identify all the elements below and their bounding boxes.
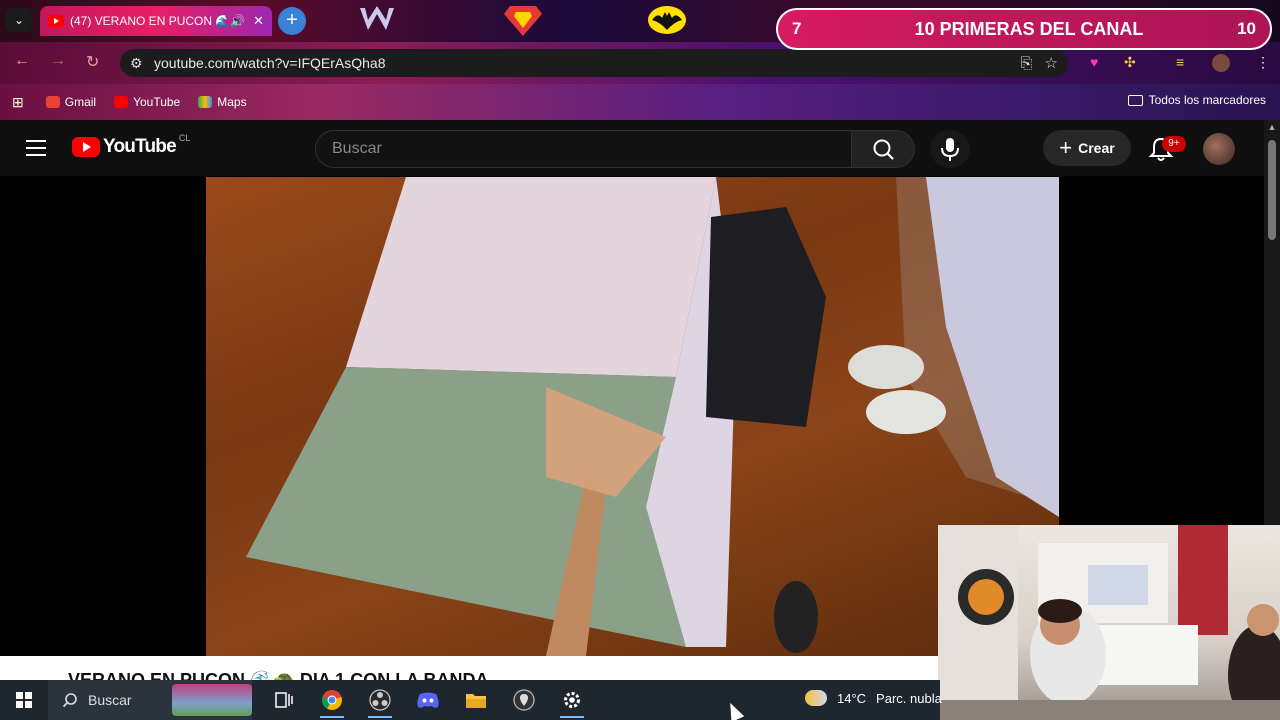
bookmark-star-icon[interactable]: ☆ — [1045, 54, 1058, 72]
superman-theme-icon — [504, 6, 542, 36]
youtube-header: YouTube CL Buscar + Crear — [0, 120, 1264, 176]
banner-right-number: 10 — [1237, 19, 1256, 38]
overlay-banner: 7 10 PRIMERAS DEL CANAL 10 — [776, 8, 1272, 50]
scrollbar-thumb[interactable] — [1268, 140, 1276, 240]
taskbar-weather[interactable]: 14°C Parc. nubla — [805, 690, 942, 706]
back-icon[interactable]: ← — [14, 52, 30, 70]
voice-search-button[interactable] — [930, 130, 970, 168]
all-bookmarks-button[interactable]: Todos los marcadores — [1127, 93, 1266, 107]
microphone-icon — [941, 138, 959, 161]
bookmark-maps[interactable]: Maps — [198, 95, 247, 109]
chrome-icon — [321, 690, 342, 710]
browser-menu-icon[interactable]: ⋮ — [1256, 54, 1270, 71]
youtube-play-logo-icon — [72, 137, 100, 157]
maps-icon — [198, 96, 213, 108]
taskbar-file-explorer[interactable] — [452, 680, 500, 720]
plus-icon: + — [1059, 135, 1073, 160]
country-code: CL — [178, 133, 191, 143]
reload-icon[interactable]: ↻ — [86, 52, 99, 72]
extensions-puzzle-icon[interactable]: ✣ — [1124, 54, 1136, 71]
gear-icon — [564, 692, 580, 708]
location-pin-icon — [513, 689, 535, 711]
apps-grid-icon[interactable]: ⊞ — [12, 94, 24, 111]
reading-list-icon[interactable]: ≡ — [1176, 54, 1184, 70]
bookmark-label: Gmail — [64, 95, 97, 109]
partly-cloudy-icon — [805, 690, 827, 706]
search-icon — [873, 139, 894, 160]
search-input[interactable]: Buscar — [315, 130, 852, 168]
windows-taskbar: Buscar — [0, 680, 940, 720]
banner-title: 10 PRIMERAS DEL CANAL — [914, 18, 1144, 39]
youtube-logo-text: YouTube — [103, 136, 177, 157]
batman-theme-icon — [648, 6, 686, 34]
task-view-icon — [275, 692, 293, 708]
webcam-image — [938, 525, 1280, 720]
folder-icon — [466, 694, 486, 708]
video-frame[interactable] — [206, 177, 1059, 656]
search-icon — [62, 693, 77, 708]
bookmark-gmail[interactable]: Gmail — [45, 95, 97, 109]
youtube-favicon-icon — [48, 15, 64, 27]
taskbar-settings[interactable] — [548, 680, 596, 720]
url-text: youtube.com/watch?v=IFQErAsQha8 — [154, 55, 386, 71]
tab-active[interactable]: (47) VERANO EN PUCON 🌊🔊 ✕ — [40, 6, 272, 36]
create-label: Crear — [1078, 140, 1115, 156]
all-bookmarks-label: Todos los marcadores — [1148, 93, 1266, 107]
bookmark-youtube[interactable]: YouTube — [114, 95, 180, 109]
youtube-icon — [114, 96, 129, 108]
obs-icon — [369, 689, 391, 711]
windows-logo-icon — [16, 692, 32, 708]
taskbar-obs[interactable] — [356, 680, 404, 720]
tab-close-icon[interactable]: ✕ — [253, 13, 264, 29]
tab-search-button[interactable]: ⌄ — [6, 8, 32, 32]
gmail-icon — [45, 96, 60, 108]
scroll-up-arrow-icon[interactable]: ▲ — [1267, 122, 1277, 132]
task-view-button[interactable] — [260, 680, 308, 720]
discord-icon — [417, 692, 439, 708]
screen: ⌄ (47) VERANO EN PUCON 🌊🔊 ✕ + — ❐ ✕ ← → … — [0, 0, 1280, 720]
bookmark-label: Maps — [217, 95, 247, 109]
webcam-overlay — [938, 525, 1280, 720]
notifications-badge: 9+ — [1162, 136, 1186, 152]
install-app-icon[interactable]: ⎘ — [1021, 55, 1033, 72]
forward-icon[interactable]: → — [50, 52, 66, 70]
taskbar-discord[interactable] — [404, 680, 452, 720]
address-bar[interactable]: ⚙ youtube.com/watch?v=IFQErAsQha8 ⎘ ☆ — [120, 49, 1068, 77]
hamburger-menu-icon[interactable] — [26, 140, 46, 156]
site-info-icon[interactable]: ⚙ — [130, 55, 154, 72]
weather-description: Parc. nubla — [876, 690, 942, 706]
extension-heart-icon[interactable]: ♥ — [1090, 54, 1098, 70]
bookmarks-bar: ⊞ Gmail YouTube Maps Todos los marcadore… — [0, 84, 1280, 120]
create-button[interactable]: + Crear — [1043, 130, 1131, 166]
start-button[interactable] — [0, 680, 48, 720]
taskbar-chrome[interactable] — [308, 680, 356, 720]
weather-temperature: 14°C — [837, 690, 867, 706]
tab-title: (47) VERANO EN PUCON 🌊🔊 — [70, 14, 246, 28]
search-highlight-image — [172, 684, 252, 716]
wonder-woman-theme-icon — [360, 6, 394, 30]
new-tab-button[interactable]: + — [278, 7, 306, 35]
search-button[interactable] — [851, 130, 915, 168]
profile-avatar-icon[interactable] — [1212, 54, 1230, 72]
taskbar-search-label: Buscar — [88, 692, 132, 708]
video-content-image — [246, 177, 1059, 656]
folder-icon — [1127, 94, 1143, 106]
account-avatar[interactable] — [1203, 133, 1235, 165]
banner-left-number: 7 — [792, 19, 802, 38]
taskbar-app-pin[interactable] — [500, 680, 548, 720]
youtube-logo[interactable]: YouTube CL — [72, 133, 191, 158]
bookmark-label: YouTube — [133, 95, 181, 109]
